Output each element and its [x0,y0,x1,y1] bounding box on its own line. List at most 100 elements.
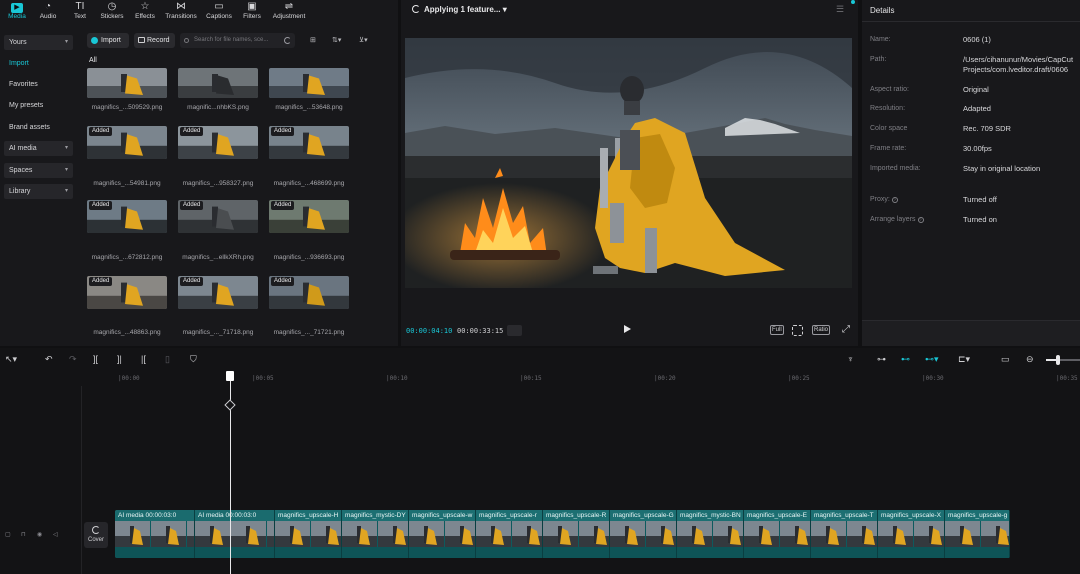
tab-transitions[interactable]: ⋈ Transitions [164,1,198,23]
detail-value: Rec. 709 SDR [963,124,1011,133]
nav-ai-media[interactable]: AI media ▾ [4,141,73,156]
media-thumbnail[interactable] [269,68,349,98]
nav-label: Favorites [9,81,38,88]
eye-icon[interactable]: ◉ [37,531,42,538]
shield-icon[interactable]: ⛉ [190,354,197,364]
tab-filters[interactable]: ▣ Filters [235,1,269,23]
caption-icon[interactable]: ▭ [1001,354,1010,364]
clip-thumbnails [195,521,274,547]
nav-brand-assets[interactable]: Brand assets [4,120,73,135]
clip-label: magnifics_upscale-X [878,510,944,521]
timecode-control[interactable] [507,325,522,336]
media-filename: magnifics_...468699.png [273,180,345,187]
clip-thumbnails [811,521,877,547]
zoom-slider-handle[interactable] [1056,355,1060,365]
timeline-clip[interactable]: magnifics_mystic-DY [342,510,409,558]
zoom-out-icon[interactable]: ⊖ [1026,354,1034,364]
detail-value: Projects/com.lveditor.draft/0606 [963,65,1069,74]
split-icon[interactable]: ][ [93,354,98,364]
tab-captions[interactable]: ▭ Captions [202,1,236,23]
microphone-icon[interactable]: ♆ [847,354,854,364]
nav-yours[interactable]: Yours ▾ [4,35,73,50]
chevron-down-icon: ▾ [64,188,68,194]
nav-spaces[interactable]: Spaces ▾ [4,163,73,178]
play-button[interactable] [624,325,631,333]
cover-label: Cover [87,537,104,543]
video-preview[interactable] [405,38,852,288]
tab-audio[interactable]: ◔ Audio [31,1,65,23]
divider [862,21,1080,22]
audio-icon: ◔ [44,1,52,12]
tab-stickers[interactable]: ◷ Stickers [95,1,129,23]
media-thumbnail[interactable]: Added [87,276,167,309]
timeline-clip[interactable]: AI media 00:00:03:0 [115,510,195,558]
import-button[interactable]: Import [87,33,129,48]
timeline-clip[interactable]: magnifics_upscale-E [744,510,811,558]
delete-icon[interactable]: ▯ [165,354,170,364]
tab-adjustment[interactable]: ⇌ Adjustment [272,1,306,23]
media-thumbnail[interactable]: Added [269,200,349,233]
timeline-clip[interactable]: AI media 00:00:03:0 [195,510,275,558]
clip-thumbnails [115,521,194,547]
media-thumbnail[interactable]: Added [87,200,167,233]
timeline-clip[interactable]: magnifics_upscale-r [476,510,543,558]
full-quality-button[interactable]: Full [770,325,784,335]
added-badge: Added [271,277,295,286]
playhead-handle[interactable] [226,371,234,381]
media-thumbnail[interactable]: Added [178,200,258,233]
timeline-clip[interactable]: magnifics_mystic-BN [677,510,744,558]
media-thumbnail[interactable]: Added [178,276,258,309]
help-icon[interactable]: ? [917,217,924,223]
help-icon[interactable]: ? [891,197,898,203]
media-thumbnail[interactable]: Added [269,126,349,159]
select-tool-icon[interactable]: ↖▾ [5,354,17,364]
media-thumbnail[interactable]: Added [178,126,258,159]
redo-icon[interactable]: ↷ [69,354,77,364]
filter-icon[interactable]: ⊻▾ [359,36,368,44]
media-thumbnail[interactable]: Added [269,276,349,309]
fullscreen-icon[interactable]: ⤢ [842,324,850,335]
ratio-button[interactable]: Ratio [812,325,831,335]
split-left-icon[interactable]: ]| [117,354,122,364]
cover-button[interactable]: Cover [84,522,108,548]
tab-media[interactable]: ▶ Media [0,1,34,23]
undo-icon[interactable]: ↶ [45,354,53,364]
audio-mute-icon[interactable]: ◁ [53,531,58,538]
nav-import[interactable]: Import [4,56,73,71]
timeline-clip[interactable]: magnifics_upscale-R [543,510,610,558]
snap-icon[interactable]: ⊷▾ [925,354,939,364]
record-button[interactable]: Record [134,33,175,48]
media-thumbnail[interactable] [87,68,167,98]
timeline-clip[interactable]: magnifics_upscale-g [945,510,1010,558]
screenshot-icon[interactable] [792,325,803,336]
nav-library[interactable]: Library ▾ [4,184,73,199]
timeline-clip[interactable]: magnifics_upscale-G [610,510,677,558]
sort-icon[interactable]: ⇅▾ [332,36,341,44]
nav-label: Library [9,188,31,195]
menu-icon[interactable]: ☰ [836,4,844,15]
track-header-column [0,386,82,574]
preview-axis-icon[interactable]: ⊏▾ [958,354,970,364]
clip-label: magnifics_upscale-G [610,510,676,521]
lock-icon[interactable]: ⊓ [21,531,26,538]
timeline-clip[interactable]: magnifics_upscale-T [811,510,878,558]
link-icon[interactable]: ⊶ [877,354,886,364]
notification-dot [851,0,855,4]
magnet-icon[interactable]: ⊷ [901,354,910,364]
main-video-track[interactable]: AI media 00:00:03:0 AI media 00:00:03:0 ma… [115,510,1010,558]
grid-view-icon[interactable]: ⊞ [310,36,316,44]
chevron-down-icon[interactable]: ▾ [503,5,507,14]
timeline-clip[interactable]: magnifics_upscale-X [878,510,945,558]
split-right-icon[interactable]: |[ [141,354,146,364]
track-visibility-icon[interactable]: ▢ [5,531,11,538]
search-input[interactable]: Search for file names, sce... [180,33,295,48]
nav-favorites[interactable]: Favorites [4,77,73,92]
tab-effects[interactable]: ☆ Effects [128,1,162,23]
media-thumbnail[interactable] [178,68,258,98]
media-thumbnail[interactable]: Added [87,126,167,159]
timeline-clip[interactable]: magnifics_upscale-w [409,510,476,558]
nav-my-presets[interactable]: My presets [4,98,73,113]
tab-text[interactable]: TI Text [63,1,97,23]
timeline-clip[interactable]: magnifics_upscale-H [275,510,342,558]
nav-label: Import [9,60,29,67]
